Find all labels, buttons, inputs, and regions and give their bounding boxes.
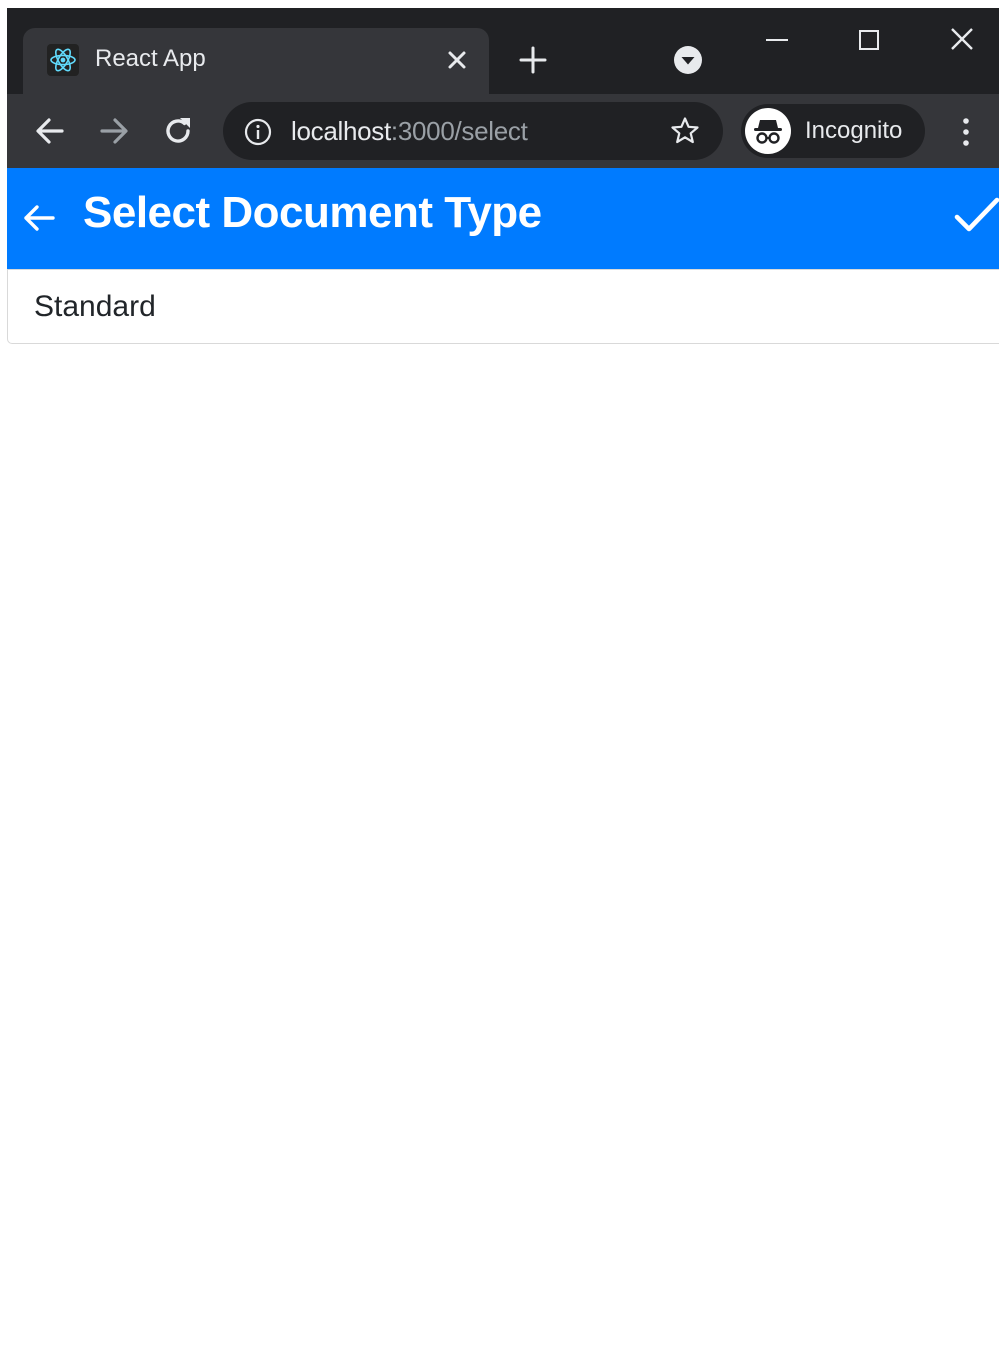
window-maximize-icon[interactable] xyxy=(855,26,883,54)
site-info-icon[interactable] xyxy=(243,117,273,147)
window-minimize-icon[interactable] xyxy=(763,26,791,54)
url-host: localhost xyxy=(291,116,391,146)
check-icon[interactable] xyxy=(953,192,999,238)
incognito-icon xyxy=(745,108,791,154)
browser-reload-icon[interactable] xyxy=(161,114,195,148)
page: React App localhost:3000/select Incognit… xyxy=(0,0,999,1370)
tab-title: React App xyxy=(95,45,206,72)
tab-search-chevron-icon[interactable] xyxy=(673,45,703,75)
page-title: Select Document Type xyxy=(83,188,542,237)
tab-close-icon[interactable] xyxy=(443,46,471,74)
tab-strip: React App xyxy=(7,8,999,94)
arrow-left-icon[interactable] xyxy=(19,198,59,238)
profile-label: Incognito xyxy=(805,117,903,144)
bookmark-star-icon[interactable] xyxy=(669,115,701,147)
browser-toolbar: localhost:3000/select Incognito xyxy=(7,94,999,168)
list-item-standard[interactable]: Standard xyxy=(7,269,999,344)
window-close-icon[interactable] xyxy=(947,24,977,54)
url-path: :3000/select xyxy=(390,116,528,146)
list-item-label: Standard xyxy=(34,290,156,323)
browser-forward-arrow-icon[interactable] xyxy=(97,114,131,148)
address-bar[interactable]: localhost:3000/select xyxy=(223,102,723,160)
document-type-list: Standard xyxy=(7,269,999,344)
react-logo-icon xyxy=(47,44,79,76)
browser-menu-kebab-icon[interactable] xyxy=(951,114,981,150)
incognito-profile-chip[interactable]: Incognito xyxy=(741,104,925,158)
browser-chrome: React App localhost:3000/select Incognit… xyxy=(7,8,999,168)
new-tab-plus-icon[interactable] xyxy=(517,44,549,76)
app-header: Select Document Type xyxy=(7,168,999,269)
browser-tab[interactable]: React App xyxy=(23,28,489,94)
address-url[interactable]: localhost:3000/select xyxy=(291,116,528,147)
browser-back-arrow-icon[interactable] xyxy=(33,114,67,148)
